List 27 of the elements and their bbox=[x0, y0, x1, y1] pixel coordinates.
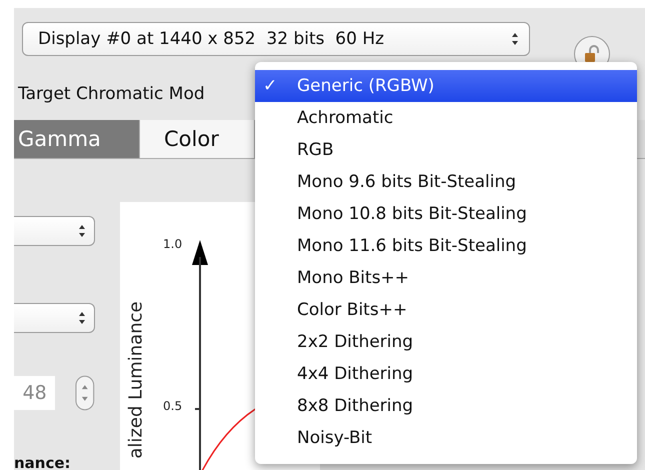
tab[interactable]: Color bbox=[140, 120, 255, 158]
stepper[interactable] bbox=[75, 375, 95, 411]
menu-item[interactable]: Mono 10.8 bits Bit-Stealing bbox=[255, 198, 637, 230]
menu-item[interactable]: Noisy-Bit bbox=[255, 422, 637, 454]
popup-button[interactable] bbox=[14, 216, 95, 246]
tick-label: 0.5 bbox=[163, 399, 182, 413]
menu-item[interactable]: Color Bits++ bbox=[255, 294, 637, 326]
tab[interactable]: Gamma bbox=[14, 120, 140, 158]
updown-arrows-icon bbox=[78, 311, 86, 325]
menu-item[interactable]: 4x4 Dithering bbox=[255, 358, 637, 390]
updown-arrows-icon bbox=[78, 224, 86, 238]
updown-arrows-icon bbox=[511, 32, 519, 46]
menu-item[interactable]: ✓ Generic (RGBW) bbox=[255, 70, 637, 102]
display-popup[interactable]: Display #0 at 1440 x 852 32 bits 60 Hz bbox=[22, 22, 530, 56]
menu-item[interactable]: Mono 9.6 bits Bit-Stealing bbox=[255, 166, 637, 198]
axis-label: alized Luminance bbox=[126, 301, 146, 459]
popup-button[interactable] bbox=[14, 303, 95, 333]
menu-item[interactable]: Mono Bits++ bbox=[255, 262, 637, 294]
menu-item[interactable]: Achromatic bbox=[255, 102, 637, 134]
menu-item[interactable]: Mono 11.6 bits Bit-Stealing bbox=[255, 230, 637, 262]
menu-item[interactable]: RGB bbox=[255, 134, 637, 166]
menu-item[interactable]: 2x2 Dithering bbox=[255, 326, 637, 358]
luminance-label: nance: bbox=[14, 454, 72, 470]
number-field[interactable]: 48 bbox=[14, 376, 56, 410]
menu-item[interactable]: 8x8 Dithering bbox=[255, 390, 637, 422]
tick-label: 1.0 bbox=[163, 237, 182, 251]
target-chromatic-mode-label: Target Chromatic Mod bbox=[18, 84, 205, 106]
